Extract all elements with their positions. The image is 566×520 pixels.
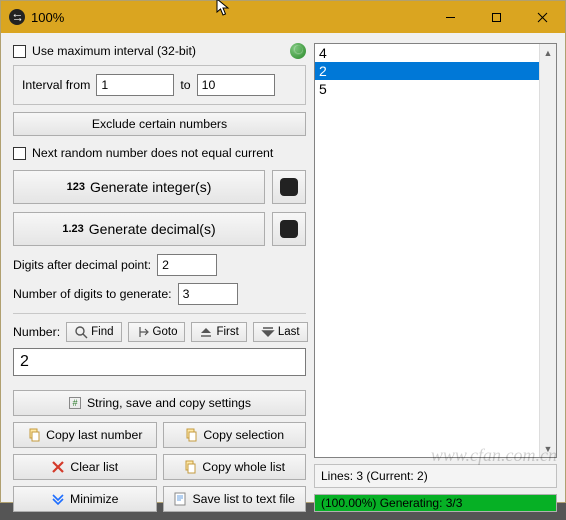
generate-decimal-stop-button[interactable]: [272, 212, 306, 246]
first-button[interactable]: First: [191, 322, 246, 342]
last-icon: [261, 325, 275, 339]
copy-last-button[interactable]: Copy last number: [13, 422, 157, 448]
string-settings-button[interactable]: # String, save and copy settings: [13, 390, 306, 416]
delete-icon: [51, 460, 65, 474]
first-icon: [199, 325, 213, 339]
scroll-down-icon[interactable]: ▼: [540, 440, 556, 457]
close-window-button[interactable]: [519, 1, 565, 33]
list-item[interactable]: 4: [315, 44, 556, 62]
generate-integer-stop-button[interactable]: [272, 170, 306, 204]
generate-integer-button[interactable]: 123 Generate integer(s): [13, 170, 265, 204]
list-item[interactable]: 2: [315, 62, 556, 80]
app-icon: [9, 9, 25, 25]
svg-text:#: #: [72, 398, 77, 408]
scrollbar[interactable]: ▲ ▼: [539, 44, 556, 457]
save-list-button[interactable]: Save list to text file: [163, 486, 307, 512]
copy-icon: [27, 428, 41, 442]
goto-button[interactable]: Goto: [128, 322, 186, 342]
globe-icon[interactable]: [290, 43, 306, 59]
digits-generate-input[interactable]: [178, 283, 238, 305]
generate-decimal-button[interactable]: 1.23 Generate decimal(s): [13, 212, 265, 246]
minimize-button[interactable]: Minimize: [13, 486, 157, 512]
last-button[interactable]: Last: [253, 322, 308, 342]
status-line: Lines: 3 (Current: 2): [314, 464, 557, 488]
interval-from-label: Interval from: [22, 78, 90, 92]
digits-after-label: Digits after decimal point:: [13, 258, 151, 272]
interval-to-input[interactable]: [197, 74, 275, 96]
stop-icon: [280, 220, 298, 238]
digits-generate-label: Number of digits to generate:: [13, 287, 172, 301]
find-button[interactable]: Find: [66, 322, 121, 342]
interval-group: Interval from to: [13, 65, 306, 105]
save-icon: [173, 492, 187, 506]
list-item[interactable]: 5: [315, 80, 556, 98]
progress-bar: (100.00%) Generating: 3/3: [314, 494, 557, 512]
number-input[interactable]: [13, 348, 306, 376]
scroll-up-icon[interactable]: ▲: [540, 44, 556, 61]
use-max-interval-checkbox[interactable]: Use maximum interval (32-bit): [13, 44, 196, 58]
results-list[interactable]: 425 ▲ ▼: [314, 43, 557, 458]
clear-list-button[interactable]: Clear list: [13, 454, 157, 480]
goto-icon: [136, 325, 150, 339]
interval-to-label: to: [180, 78, 190, 92]
minimize-icon: [51, 492, 65, 506]
maximize-window-button[interactable]: [473, 1, 519, 33]
number-label: Number:: [13, 325, 60, 339]
no-repeat-checkbox[interactable]: Next random number does not equal curren…: [13, 146, 273, 160]
window-title: 100%: [31, 10, 427, 25]
hash-icon: #: [68, 396, 82, 410]
interval-from-input[interactable]: [96, 74, 174, 96]
use-max-interval-label: Use maximum interval (32-bit): [32, 44, 196, 58]
digits-after-input[interactable]: [157, 254, 217, 276]
copy-icon: [183, 460, 197, 474]
stop-icon: [280, 178, 298, 196]
copy-icon: [184, 428, 198, 442]
progress-text: (100.00%) Generating: 3/3: [315, 495, 556, 511]
copy-selection-button[interactable]: Copy selection: [163, 422, 307, 448]
search-icon: [74, 325, 88, 339]
minimize-window-button[interactable]: [427, 1, 473, 33]
no-repeat-label: Next random number does not equal curren…: [32, 146, 273, 160]
copy-whole-list-button[interactable]: Copy whole list: [163, 454, 307, 480]
exclude-numbers-button[interactable]: Exclude certain numbers: [13, 112, 306, 136]
